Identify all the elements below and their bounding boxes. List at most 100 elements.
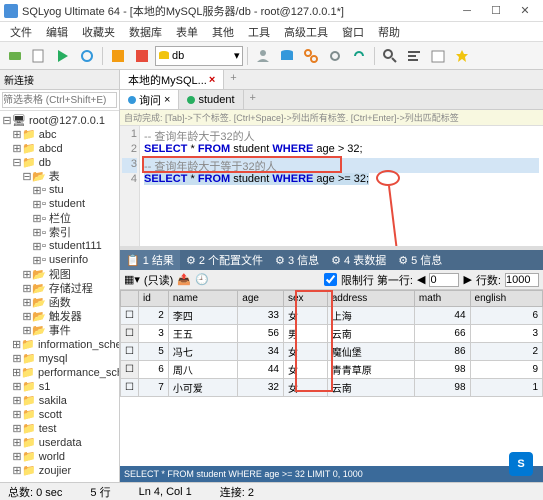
tree-item[interactable]: ⊞📁 test [2, 421, 117, 435]
database-input[interactable] [172, 48, 232, 64]
menu-表单[interactable]: 表单 [170, 22, 204, 42]
menu-高级工具[interactable]: 高级工具 [278, 22, 334, 42]
tree-item[interactable]: ⊞📂 触发器 [2, 309, 117, 323]
execute-icon[interactable] [52, 45, 74, 67]
tool-icon-2[interactable] [131, 45, 153, 67]
tree-item[interactable]: ⊟📂 表 [2, 169, 117, 183]
close-button[interactable]: ✕ [511, 2, 539, 20]
result-tab[interactable]: ⚙ 5 信息 [392, 250, 448, 270]
maximize-button[interactable]: ☐ [482, 2, 510, 20]
format-icon[interactable] [403, 45, 425, 67]
result-tab[interactable]: ⚙ 4 表数据 [325, 250, 392, 270]
tree-item[interactable]: ⊞📂 事件 [2, 323, 117, 337]
rows-input[interactable] [505, 273, 539, 287]
column-header[interactable]: id [138, 291, 168, 307]
link-icon[interactable] [300, 45, 322, 67]
tree-item[interactable]: ⊞📁 abcd [2, 141, 117, 155]
status-rows: 5 行 [86, 484, 114, 500]
result-tab[interactable]: ⚙ 3 信息 [269, 250, 325, 270]
tree-item[interactable]: ⊞📁 information_schema [2, 337, 117, 351]
minimize-button[interactable]: ─ [453, 2, 481, 20]
tree-item[interactable]: ⊞▫ userinfo [2, 253, 117, 267]
search-icon[interactable] [379, 45, 401, 67]
column-header[interactable]: sex [283, 291, 327, 307]
export-icon[interactable]: 📤 [177, 273, 191, 286]
tree-item[interactable]: ⊞📁 s1 [2, 379, 117, 393]
user-icon[interactable] [252, 45, 274, 67]
column-header[interactable]: age [238, 291, 284, 307]
result-tab[interactable]: ⚙ 2 个配置文件 [180, 250, 269, 270]
object-tree[interactable]: ⊟🖥 root@127.0.0.1⊞📁 abc⊞📁 abcd⊟📁 db⊟📂 表⊞… [0, 111, 119, 482]
tool-icon-1[interactable] [107, 45, 129, 67]
database-selector[interactable]: ▾ [155, 46, 243, 66]
limit-checkbox[interactable] [324, 273, 337, 286]
menu-收藏夹[interactable]: 收藏夹 [76, 22, 121, 42]
tree-item[interactable]: ⊞📂 视图 [2, 267, 117, 281]
new-query-icon[interactable] [28, 45, 50, 67]
table-row[interactable]: ☐6周八44女青青草原989 [121, 361, 543, 379]
calendar-icon[interactable] [427, 45, 449, 67]
tree-item[interactable]: ⊞📁 world [2, 449, 117, 463]
tree-item[interactable]: ⊞▫ stu [2, 183, 117, 197]
sql-editor[interactable]: 1234 -- 查询年龄大于32的人SELECT * FROM student … [120, 126, 543, 246]
code-area[interactable]: -- 查询年龄大于32的人SELECT * FROM student WHERE… [140, 126, 543, 246]
table-row[interactable]: ☐2李四33女上海446 [121, 307, 543, 325]
table-row[interactable]: ☐7小可爱32女云南981 [121, 379, 543, 397]
column-header[interactable]: english [470, 291, 542, 307]
column-header[interactable]: address [327, 291, 414, 307]
favorite-icon[interactable] [451, 45, 473, 67]
menu-数据库[interactable]: 数据库 [123, 22, 168, 42]
result-tab[interactable]: 📋 1 结果 [120, 250, 180, 270]
tree-item[interactable]: ⊞▫ 栏位 [2, 211, 117, 225]
menu-窗口[interactable]: 窗口 [336, 22, 370, 42]
gear-icon[interactable] [324, 45, 346, 67]
result-grid[interactable]: idnameagesexaddressmathenglish☐2李四33女上海4… [120, 290, 543, 466]
tree-item[interactable]: ⊟🖥 root@127.0.0.1 [2, 113, 117, 127]
tree-item[interactable]: ⊞📁 performance_schema [2, 365, 117, 379]
tree-item[interactable]: ⊞📁 sakila [2, 393, 117, 407]
history-icon[interactable]: 🕘 [195, 273, 209, 286]
query-tab[interactable]: 询问× [120, 90, 179, 109]
tree-item[interactable]: ⊞📁 scott [2, 407, 117, 421]
add-connection-button[interactable]: + [224, 70, 242, 89]
menu-帮助[interactable]: 帮助 [372, 22, 406, 42]
tree-item[interactable]: ⊞📂 存储过程 [2, 281, 117, 295]
table-row[interactable]: ☐5冯七34女魔仙堡862 [121, 343, 543, 361]
first-row-input[interactable] [429, 273, 459, 287]
grid-icon[interactable]: ▦▾ [124, 273, 140, 286]
menu-编辑[interactable]: 编辑 [40, 22, 74, 42]
tree-item[interactable]: ⊞▫ student [2, 197, 117, 211]
sidebar-header: 新连接 [0, 70, 119, 90]
column-header[interactable]: math [414, 291, 470, 307]
connection-tabs: 本地的MySQL...× + [120, 70, 543, 90]
filter-input[interactable] [2, 92, 117, 108]
column-header[interactable]: name [168, 291, 237, 307]
menu-工具[interactable]: 工具 [242, 22, 276, 42]
tree-item[interactable]: ⊟📁 db [2, 155, 117, 169]
connection-tab[interactable]: 本地的MySQL...× [120, 70, 224, 89]
sync-icon[interactable] [348, 45, 370, 67]
cloud-badge-icon[interactable]: S [509, 452, 533, 476]
tree-item[interactable]: ⊞📁 userdata [2, 435, 117, 449]
tree-item[interactable]: ⊞▫ 索引 [2, 225, 117, 239]
menu-其他[interactable]: 其他 [206, 22, 240, 42]
tree-item[interactable]: ⊞▫ student111 [2, 239, 117, 253]
status-total: 总数: 0 sec [4, 484, 66, 500]
tree-item[interactable]: ⊞📁 zoujier [2, 463, 117, 477]
query-icon [128, 96, 136, 104]
app-icon [4, 4, 18, 18]
tree-item[interactable]: ⊞📂 函数 [2, 295, 117, 309]
sidebar: 新连接 ⊟🖥 root@127.0.0.1⊞📁 abc⊞📁 abcd⊟📁 db⊟… [0, 70, 120, 482]
table-row[interactable]: ☐3王五56男云南663 [121, 325, 543, 343]
add-tab-button[interactable]: + [244, 90, 262, 109]
title-bar: SQLyog Ultimate 64 - [本地的MySQL服务器/db - r… [0, 0, 543, 22]
new-connection-icon[interactable] [4, 45, 26, 67]
tree-item[interactable]: ⊞📁 abc [2, 127, 117, 141]
refresh-icon[interactable] [76, 45, 98, 67]
tree-item[interactable]: ⊞📁 mysql [2, 351, 117, 365]
db-icon[interactable] [276, 45, 298, 67]
close-icon[interactable]: × [209, 74, 215, 86]
menu-文件[interactable]: 文件 [4, 22, 38, 42]
result-toolbar: ▦▾ (只读) 📤 🕘 限制行 第一行: ◀ ▶ 行数: [120, 270, 543, 290]
table-tab[interactable]: student [179, 90, 243, 109]
